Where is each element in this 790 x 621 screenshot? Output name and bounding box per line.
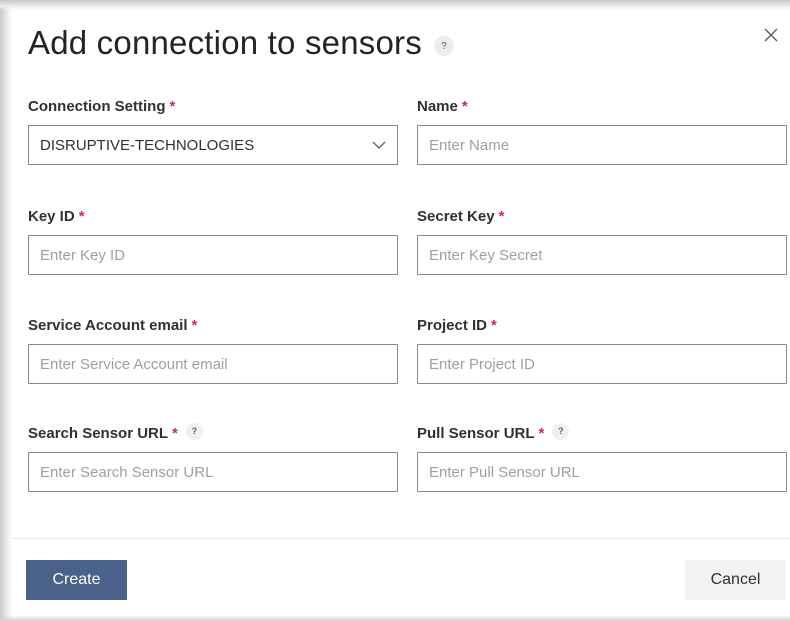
pull-sensor-url-input[interactable]	[417, 452, 787, 492]
required-mark: *	[461, 97, 468, 115]
service-account-email-input[interactable]	[28, 344, 398, 384]
name-field: Name *	[417, 95, 787, 165]
required-mark: *	[191, 316, 198, 334]
screen: Add connection to sensors ? Connection S…	[0, 0, 790, 621]
help-icon[interactable]: ?	[552, 422, 570, 440]
pull-sensor-url-label: Pull Sensor URL * ?	[417, 422, 787, 444]
project-id-label: Project ID *	[417, 314, 787, 336]
dialog-shadow-left	[0, 0, 12, 621]
close-button[interactable]	[760, 24, 782, 46]
project-id-input[interactable]	[417, 344, 787, 384]
service-account-email-label: Service Account email *	[28, 314, 398, 336]
required-mark: *	[498, 207, 505, 225]
cancel-button[interactable]: Cancel	[685, 560, 786, 600]
project-id-field: Project ID *	[417, 314, 787, 384]
footer-divider	[12, 538, 790, 539]
add-connection-dialog: Add connection to sensors ? Connection S…	[12, 10, 790, 615]
dialog-title: Add connection to sensors	[28, 24, 422, 61]
service-account-email-field: Service Account email *	[28, 314, 398, 384]
key-id-label: Key ID *	[28, 205, 398, 227]
dialog-shadow-top	[0, 0, 790, 10]
required-mark: *	[172, 424, 178, 442]
connection-setting-value: DISRUPTIVE-TECHNOLOGIES	[40, 136, 255, 154]
connection-setting-label-text: Connection Setting	[28, 97, 166, 115]
required-mark: *	[169, 97, 176, 115]
dialog-shadow-bottom	[0, 615, 790, 621]
close-icon	[764, 28, 778, 42]
required-mark: *	[491, 316, 497, 334]
create-button[interactable]: Create	[26, 560, 127, 600]
name-input[interactable]	[417, 125, 787, 165]
secret-key-field: Secret Key *	[417, 205, 787, 275]
search-sensor-url-label: Search Sensor URL * ?	[28, 422, 398, 444]
key-id-label-text: Key ID	[28, 207, 75, 225]
connection-setting-label: Connection Setting *	[28, 95, 398, 117]
pull-sensor-url-field: Pull Sensor URL * ?	[417, 422, 787, 492]
secret-key-label-text: Secret Key	[417, 207, 495, 225]
required-mark: *	[538, 424, 545, 442]
dialog-header: Add connection to sensors ?	[28, 24, 454, 62]
key-id-input[interactable]	[28, 235, 398, 275]
help-icon[interactable]: ?	[433, 36, 454, 56]
chevron-down-icon	[372, 141, 386, 149]
project-id-label-text: Project ID	[417, 316, 488, 334]
search-sensor-url-input[interactable]	[28, 452, 398, 492]
service-account-email-label-text: Service Account email	[28, 316, 188, 334]
required-mark: *	[78, 207, 85, 225]
pull-sensor-url-label-text: Pull Sensor URL	[417, 424, 535, 442]
connection-setting-field: Connection Setting * DISRUPTIVE-TECHNOLO…	[28, 95, 398, 165]
key-id-field: Key ID *	[28, 205, 398, 275]
name-label-text: Name	[417, 97, 458, 115]
search-sensor-url-label-text: Search Sensor URL	[28, 424, 169, 442]
help-icon[interactable]: ?	[185, 422, 203, 440]
secret-key-label: Secret Key *	[417, 205, 787, 227]
search-sensor-url-field: Search Sensor URL * ?	[28, 422, 398, 492]
secret-key-input[interactable]	[417, 235, 787, 275]
name-label: Name *	[417, 95, 787, 117]
connection-setting-dropdown[interactable]: DISRUPTIVE-TECHNOLOGIES	[28, 125, 398, 165]
